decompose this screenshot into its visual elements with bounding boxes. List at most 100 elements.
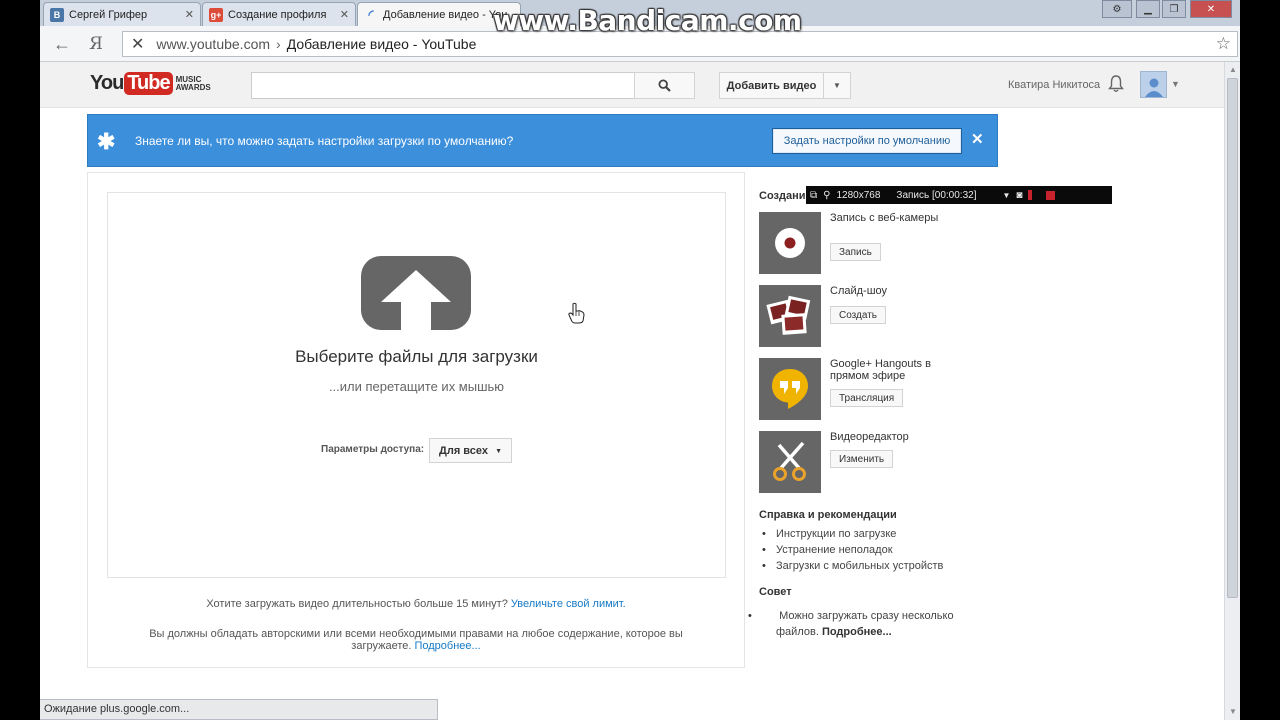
scissors-icon[interactable] xyxy=(759,431,821,493)
address-title: Добавление видео - YouTube xyxy=(286,36,477,52)
tool-label: Google+ Hangouts в прямом эфире xyxy=(830,358,931,382)
upload-subtitle: ...или перетащите их мышью xyxy=(328,379,505,394)
scroll-down-icon[interactable]: ▼ xyxy=(1228,707,1238,717)
hangouts-icon[interactable] xyxy=(759,358,821,420)
help-link[interactable]: Загрузки с мобильных устройств xyxy=(762,558,943,574)
chevron-down-icon: ▼ xyxy=(495,448,502,455)
upload-arrow-icon[interactable] xyxy=(361,256,471,330)
logo-you: You xyxy=(90,72,124,94)
chevron-down-icon: ▼ xyxy=(833,81,841,90)
page-viewport: You Tube MUSIC AWARDS Добавить видео ▼ К… xyxy=(40,62,1224,720)
window-icon[interactable]: ⧉ xyxy=(810,190,817,201)
magnifier-icon[interactable]: ⚲ xyxy=(823,190,830,201)
privacy-select[interactable]: Для всех ▼ xyxy=(429,438,512,463)
tip-learn-more-link[interactable]: Подробнее... xyxy=(822,626,892,638)
bookmark-star-icon[interactable]: ☆ xyxy=(1216,34,1231,54)
rights-hint: Вы должны обладать авторскими или всеми … xyxy=(128,628,704,652)
search-button[interactable] xyxy=(634,72,695,99)
slideshow-icon[interactable] xyxy=(759,285,821,347)
logo-awards: MUSIC AWARDS xyxy=(175,74,211,92)
webcam-icon[interactable] xyxy=(759,212,821,274)
tool-video-editor: Видеоредактор Изменить xyxy=(759,431,999,493)
help-links: Инструкции по загрузке Устранение непола… xyxy=(762,526,943,574)
create-button[interactable]: Создать xyxy=(830,306,887,324)
close-icon[interactable]: ✕ xyxy=(185,8,194,21)
help-link[interactable]: Устранение неполадок xyxy=(762,542,943,558)
create-sidebar: Создание Запись с веб-камеры Запись Слай… xyxy=(759,182,999,652)
window-close-icon[interactable]: ✕ xyxy=(1190,0,1232,18)
learn-more-link[interactable]: Подробнее... xyxy=(414,640,480,652)
sidebar-title: Создание xyxy=(759,190,812,202)
pause-icon[interactable] xyxy=(1028,190,1033,200)
stop-record-icon[interactable] xyxy=(1046,190,1056,200)
defaults-banner: ✱ Знаете ли вы, что можно задать настрой… xyxy=(87,114,998,167)
browser-window: В Сергей Грифер ✕ g+ Создание профиля ✕ … xyxy=(40,0,1240,720)
search-icon xyxy=(658,79,671,92)
chevron-down-icon[interactable]: ▼ xyxy=(1171,79,1180,89)
yandex-icon[interactable]: Я xyxy=(84,33,108,55)
tip-list: Можно загружать сразу несколько файлов. … xyxy=(762,608,992,640)
privacy-label: Параметры доступа: xyxy=(321,444,425,455)
tool-label: Видеоредактор xyxy=(830,431,909,443)
privacy-value: Для всех xyxy=(439,444,488,457)
help-link[interactable]: Инструкции по загрузке xyxy=(762,526,943,542)
record-button[interactable]: Запись xyxy=(830,243,881,261)
bandicam-watermark: www.Bandicam.com xyxy=(493,4,802,37)
stop-icon[interactable]: ✕ xyxy=(131,34,144,54)
tab-profile[interactable]: g+ Создание профиля ✕ xyxy=(202,2,356,26)
tab-label: Добавление видео - You xyxy=(383,8,508,21)
restore-icon[interactable]: ❐ xyxy=(1162,0,1186,18)
tip-item: Можно загружать сразу несколько файлов. … xyxy=(762,608,992,640)
address-separator: › xyxy=(276,36,281,52)
search-input[interactable] xyxy=(251,72,635,99)
back-icon[interactable]: ← xyxy=(50,33,74,55)
upload-title: Выберите файлы для загрузки xyxy=(295,347,538,366)
scrollbar-thumb[interactable] xyxy=(1227,78,1238,598)
upload-dropzone[interactable]: Выберите файлы для загрузки ...или перет… xyxy=(107,192,726,578)
username[interactable]: Кватира Никитоса xyxy=(1008,79,1100,91)
hand-cursor-icon xyxy=(568,302,585,324)
vk-icon: В xyxy=(50,7,64,22)
youtube-logo[interactable]: You Tube MUSIC AWARDS xyxy=(90,72,216,95)
google-plus-icon: g+ xyxy=(209,7,223,22)
increase-limit-link[interactable]: Увеличьте свой лимит. xyxy=(511,598,626,610)
tab-label: Создание профиля xyxy=(228,8,327,21)
avatar[interactable] xyxy=(1140,71,1167,98)
tip-title: Совет xyxy=(759,586,792,598)
banner-message: Знаете ли вы, что можно задать настройки… xyxy=(135,134,514,148)
page-scrollbar[interactable]: ▲ ▼ xyxy=(1224,62,1240,720)
status-bar: Ожидание plus.google.com... xyxy=(40,699,438,720)
close-icon[interactable]: ✕ xyxy=(340,8,349,21)
asterisk-icon: ✱ xyxy=(97,129,116,154)
tool-hangouts: Google+ Hangouts в прямом эфире Трансляц… xyxy=(759,358,999,420)
upload-card: Выберите файлы для загрузки ...или перет… xyxy=(87,172,745,668)
edit-button[interactable]: Изменить xyxy=(830,450,894,468)
recorder-bar: ⧉ ⚲ 1280x768 Запись [00:00:32] ▼ ◙ xyxy=(806,186,1112,204)
youtube-header: You Tube MUSIC AWARDS Добавить видео ▼ К… xyxy=(40,62,1224,108)
notifications-bell-icon[interactable] xyxy=(1108,75,1124,98)
minimize-icon[interactable]: ▁ xyxy=(1136,0,1160,18)
upload-video-button[interactable]: Добавить видео xyxy=(719,72,824,99)
address-url: www.youtube.com xyxy=(156,36,271,52)
duration-hint: Хотите загружать видео длительностью бол… xyxy=(88,598,744,610)
recorder-resolution: 1280x768 xyxy=(836,189,881,201)
camera-icon[interactable]: ◙ xyxy=(1016,190,1022,201)
scroll-up-icon[interactable]: ▲ xyxy=(1228,65,1238,75)
broadcast-button[interactable]: Трансляция xyxy=(830,389,904,407)
upload-dropdown-button[interactable]: ▼ xyxy=(823,72,851,99)
loading-spinner-icon: ◜ xyxy=(368,6,374,22)
tool-label: Запись с веб-камеры xyxy=(830,212,939,224)
help-title: Справка и рекомендации xyxy=(759,509,897,521)
logo-tube: Tube xyxy=(124,72,173,95)
user-icon xyxy=(1144,78,1163,97)
duration-hint-text: Хотите загружать видео длительностью бол… xyxy=(206,598,508,610)
tab-label: Сергей Грифер xyxy=(69,8,148,21)
tool-slideshow: Слайд-шоу Создать xyxy=(759,285,999,347)
set-defaults-button[interactable]: Задать настройки по умолчанию xyxy=(772,128,962,154)
window-settings-icon[interactable]: ⚙ xyxy=(1102,0,1132,18)
recorder-status: Запись [00:00:32] xyxy=(896,189,977,201)
tool-label: Слайд-шоу xyxy=(830,285,888,297)
banner-close-icon[interactable]: ✕ xyxy=(971,130,984,148)
chevron-down-icon[interactable]: ▼ xyxy=(1002,191,1010,200)
tab-sergey[interactable]: В Сергей Грифер ✕ xyxy=(43,2,201,26)
